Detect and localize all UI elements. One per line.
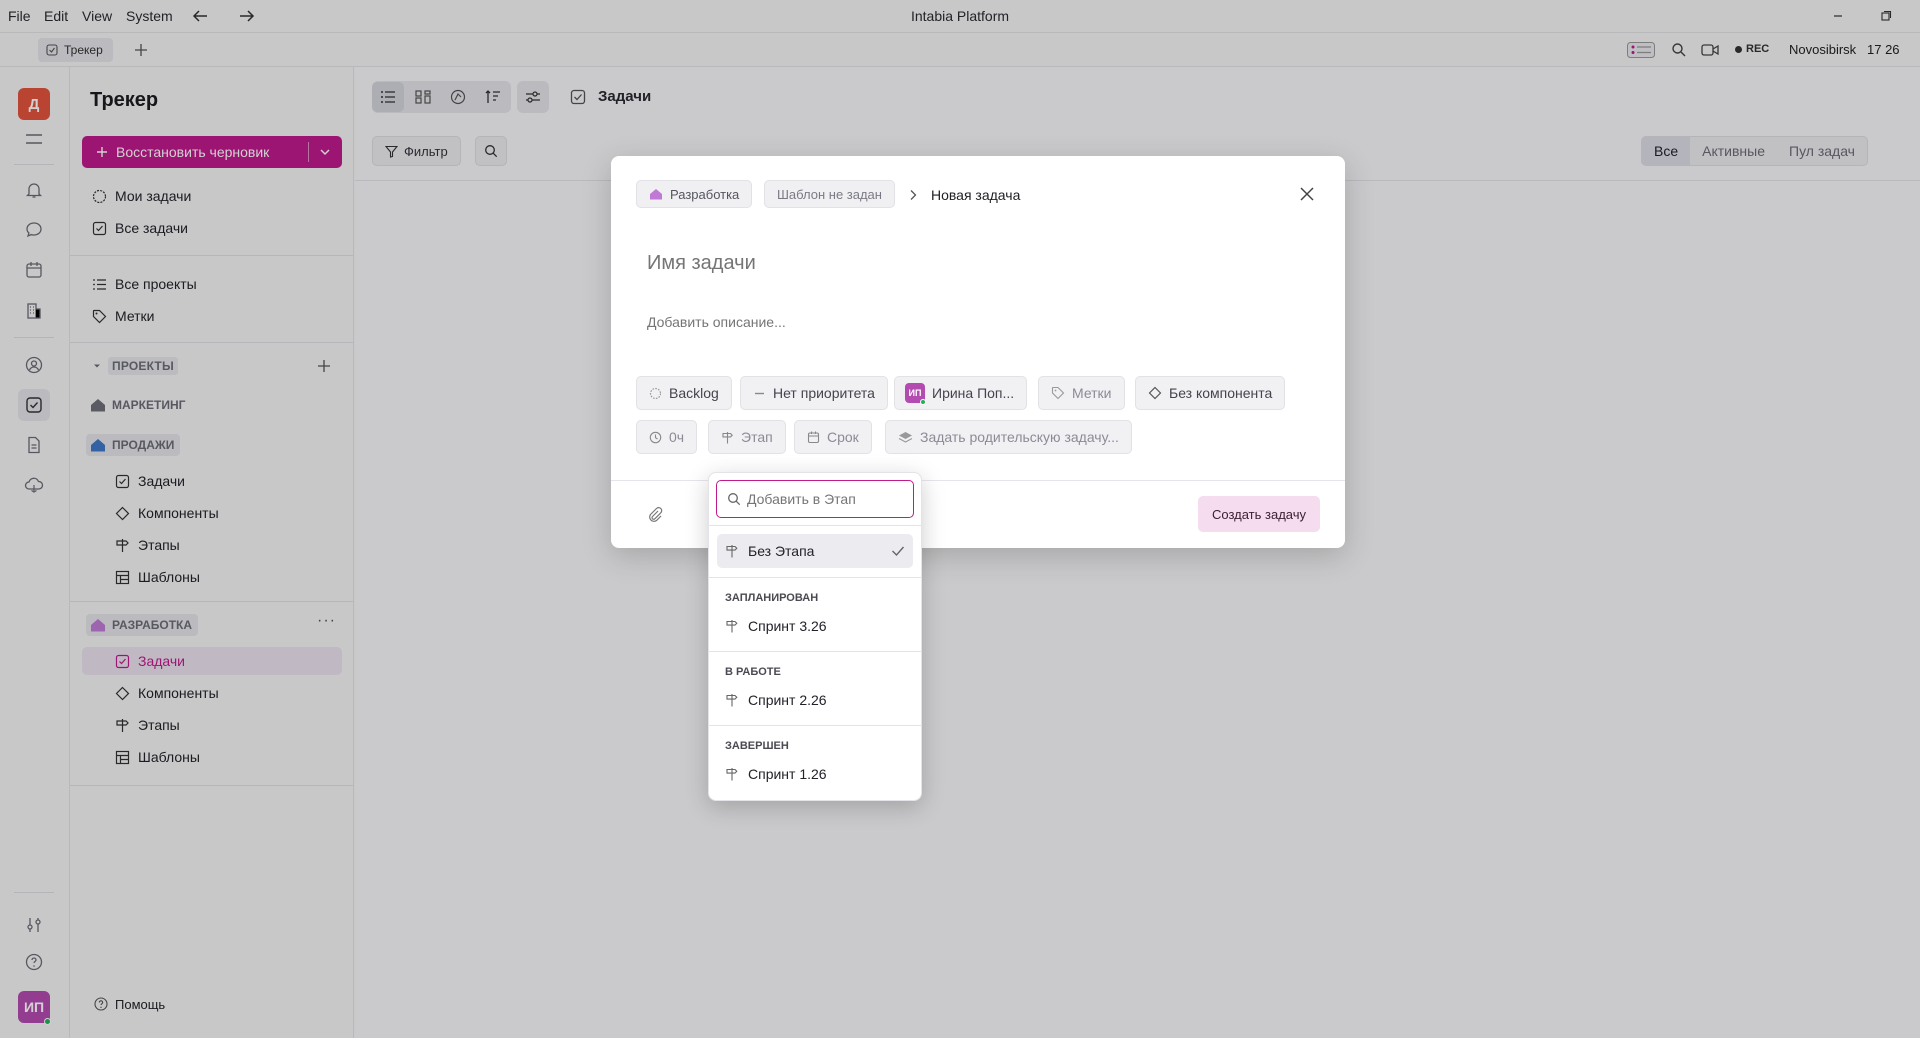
assignee-label: Ирина Поп... [932,385,1015,401]
signpost-icon [725,544,739,558]
priority-label: Нет приоритета [773,385,875,401]
status-label: Backlog [669,385,719,401]
milestone-button[interactable]: Этап [708,420,786,454]
close-icon[interactable] [1299,186,1315,202]
milestone-option[interactable]: Спринт 2.26 [717,683,913,717]
parent-task-button[interactable]: Задать родительскую задачу... [885,420,1132,454]
layers-icon [898,431,913,444]
milestone-option-none[interactable]: Без Этапа [717,534,913,568]
milestone-option[interactable]: Спринт 3.26 [717,609,913,643]
component-button[interactable]: Без компонента [1135,376,1286,410]
breadcrumb-current: Новая задача [931,187,1021,203]
online-status-dot [920,399,926,405]
signpost-icon [725,619,739,633]
milestone-option[interactable]: Спринт 1.26 [717,757,913,791]
project-selector[interactable]: Разработка [636,180,753,208]
project-selector-label: Разработка [670,186,740,202]
calendar-icon [807,431,820,444]
assignee-button[interactable]: ИП Ирина Поп... [894,376,1028,410]
task-name-input[interactable] [647,248,1307,278]
priority-button[interactable]: Нет приоритета [740,376,888,410]
estimate-label: 0ч [669,429,685,445]
home-icon [649,188,663,200]
due-date-button[interactable]: Срок [794,420,872,454]
search-icon [727,492,741,506]
template-selector[interactable]: Шаблон не задан [764,180,895,208]
chevron-right-icon [908,189,918,201]
signpost-icon [725,693,739,707]
milestone-search-field[interactable] [716,480,914,518]
due-date-label: Срок [827,429,859,445]
no-priority-icon [753,387,766,400]
status-button[interactable]: Backlog [636,376,732,410]
labels-label: Метки [1072,385,1112,401]
group-header: В РАБОТЕ [725,666,781,678]
milestone-option-label: Спринт 3.26 [748,618,827,634]
attachment-icon[interactable] [647,506,663,522]
group-header: ЗАПЛАНИРОВАН [725,592,819,604]
signpost-icon [725,767,739,781]
milestone-label: Этап [741,429,773,445]
backlog-status-icon [649,387,662,400]
estimate-button[interactable]: 0ч [636,420,698,454]
labels-button[interactable]: Метки [1038,376,1125,410]
clock-icon [649,431,662,444]
component-label: Без компонента [1169,385,1273,401]
checkmark-icon [891,545,905,557]
milestone-popup: Без Этапа ЗАПЛАНИРОВАН Спринт 3.26 В РАБ… [708,472,922,801]
task-description-input[interactable] [647,310,1307,334]
template-selector-label: Шаблон не задан [777,186,882,202]
milestone-option-label: Спринт 2.26 [748,692,827,708]
create-task-button[interactable]: Создать задачу [1198,496,1320,532]
parent-task-label: Задать родительскую задачу... [920,429,1119,445]
milestone-option-label: Спринт 1.26 [748,766,827,782]
milestone-search-input[interactable] [747,491,907,507]
milestone-option-label: Без Этапа [748,543,815,559]
signpost-icon [721,431,734,444]
diamond-icon [1148,386,1162,400]
tag-icon [1051,386,1065,400]
group-header: ЗАВЕРШЕН [725,740,789,752]
